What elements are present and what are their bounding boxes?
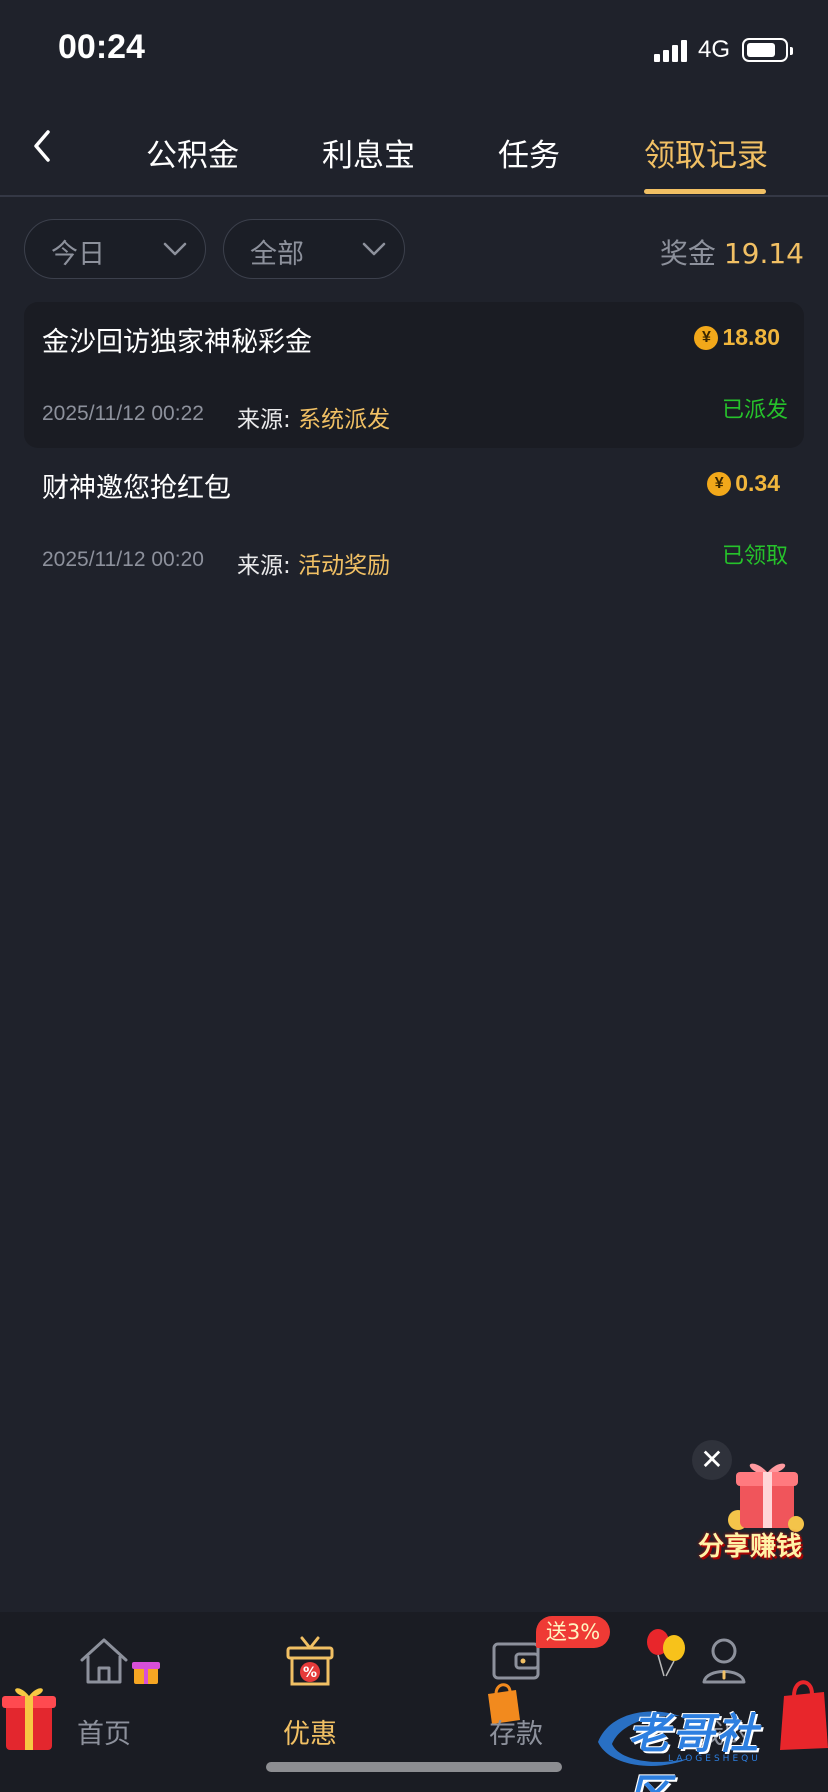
nav-home-label: 首页 xyxy=(77,1719,131,1750)
chevron-left-icon xyxy=(34,130,50,162)
tab-housing-fund[interactable]: 公积金 xyxy=(146,130,239,175)
record-time: 2025/11/12 00:20 xyxy=(42,548,204,571)
share-earn-label: 分享赚钱 xyxy=(698,1532,803,1562)
record-source: 来源: 系统派发 xyxy=(237,400,390,434)
date-filter-label: 今日 xyxy=(51,239,105,270)
source-value: 活动奖励 xyxy=(298,553,391,579)
record-amount-value: 18.80 xyxy=(722,324,780,350)
top-tab-bar: 公积金 利息宝 任务 领取记录 xyxy=(0,100,828,197)
record-item[interactable]: 财神邀您抢红包 ¥ 0.34 已领取 2025/11/12 00:20 来源: … xyxy=(24,448,804,594)
source-label: 来源: xyxy=(237,407,291,433)
source-label: 来源: xyxy=(237,553,291,579)
tab-interest[interactable]: 利息宝 xyxy=(322,130,415,175)
active-tab-indicator xyxy=(644,189,766,194)
chevron-down-icon xyxy=(163,242,187,256)
record-item[interactable]: 金沙回访独家神秘彩金 ¥ 18.80 已派发 2025/11/12 00:22 … xyxy=(24,302,804,448)
bonus-total: 奖金 19.14 xyxy=(660,232,804,272)
nav-deposit-label: 存款 xyxy=(489,1719,543,1750)
record-amount: ¥ 18.80 xyxy=(694,324,780,351)
date-filter-dropdown[interactable]: 今日 xyxy=(24,219,206,279)
status-time: 00:24 xyxy=(58,28,145,66)
type-filter-label: 全部 xyxy=(250,239,304,270)
bonus-value: 19.14 xyxy=(723,237,804,270)
deposit-promo-badge: 送3% xyxy=(536,1616,610,1648)
signal-icon xyxy=(654,38,690,62)
gift-decoration-icon xyxy=(132,1662,160,1684)
community-watermark-logo: 老哥社区 LAOGESHEQU xyxy=(590,1692,790,1792)
battery-icon xyxy=(742,38,793,62)
record-status: 已领取 xyxy=(721,544,788,569)
tab-tasks[interactable]: 任务 xyxy=(498,130,560,175)
type-filter-dropdown[interactable]: 全部 xyxy=(223,219,405,279)
home-indicator xyxy=(266,1762,562,1772)
wallet-icon xyxy=(492,1642,540,1680)
record-amount: ¥ 0.34 xyxy=(707,470,780,497)
balloon-decoration-icon xyxy=(647,1629,685,1677)
source-value: 系统派发 xyxy=(298,407,391,433)
status-bar: 00:24 4G xyxy=(0,0,828,100)
nav-deposit[interactable]: 存款 xyxy=(456,1636,576,1750)
home-icon xyxy=(80,1638,128,1684)
record-title: 财神邀您抢红包 xyxy=(42,473,231,504)
watermark-text: 老哥社区 xyxy=(628,1709,761,1792)
back-button[interactable] xyxy=(26,124,62,168)
record-title: 金沙回访独家神秘彩金 xyxy=(42,327,312,358)
user-icon xyxy=(702,1638,746,1684)
svg-text:%: % xyxy=(303,1665,317,1681)
record-amount-value: 0.34 xyxy=(735,470,780,496)
coin-icon: ¥ xyxy=(707,471,732,496)
watermark-subtext: LAOGESHEQU xyxy=(668,1754,761,1764)
nav-home[interactable]: 首页 xyxy=(44,1636,164,1750)
nav-promotions[interactable]: % 优惠 xyxy=(250,1636,370,1750)
chevron-down-icon xyxy=(362,242,386,256)
share-earn-widget[interactable]: ✕ 分享赚钱 xyxy=(692,1440,828,1562)
nav-promotions-label: 优惠 xyxy=(283,1719,337,1750)
gift-box-icon: % xyxy=(286,1636,334,1686)
close-icon[interactable]: ✕ xyxy=(692,1440,732,1480)
tab-claim-records[interactable]: 领取记录 xyxy=(644,130,768,175)
network-type: 4G xyxy=(698,36,731,63)
record-source: 来源: 活动奖励 xyxy=(237,546,390,580)
coin-icon: ¥ xyxy=(694,325,719,350)
record-time: 2025/11/12 00:22 xyxy=(42,402,204,425)
bonus-label: 奖金 xyxy=(659,237,716,270)
record-status: 已派发 xyxy=(721,398,788,423)
